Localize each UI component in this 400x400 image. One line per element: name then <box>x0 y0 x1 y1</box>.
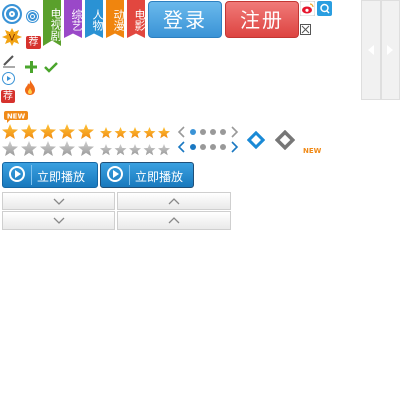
new-badge-bubble: NEW <box>4 108 28 123</box>
recommend-badge: 荐 <box>26 36 41 49</box>
concentric-rings-icon-large <box>2 4 22 24</box>
pager-prev-blue-icon <box>177 141 185 153</box>
carousel-pager[interactable] <box>176 126 242 156</box>
star-icon[interactable] <box>78 141 94 156</box>
star-icon[interactable] <box>2 124 18 139</box>
play-circle-icon[interactable] <box>2 72 15 85</box>
close-icon[interactable] <box>300 24 311 35</box>
star-icon[interactable] <box>40 141 56 156</box>
star-rating-small-filled <box>100 127 170 139</box>
play-now-button-hover[interactable]: 立即播放 <box>100 162 194 188</box>
diamond-gray-icon <box>274 129 296 151</box>
concentric-rings-icon-small <box>26 10 39 23</box>
star-rating-large-empty <box>2 141 94 156</box>
star-icon[interactable] <box>158 127 170 139</box>
pager-dot-active <box>190 129 196 135</box>
checkmark-icon[interactable] <box>44 58 58 73</box>
weibo-icon[interactable] <box>299 0 316 17</box>
pager-next-blue-icon <box>231 141 239 153</box>
vip-badge-icon: V <box>2 28 22 46</box>
scroll-left-button[interactable] <box>361 0 381 100</box>
star-icon[interactable] <box>40 124 56 139</box>
collapse-up-button-2[interactable] <box>117 211 231 230</box>
star-ratings <box>2 124 170 156</box>
tag-tv-series[interactable]: 电视剧 <box>43 0 61 46</box>
collapse-up-button[interactable] <box>117 192 231 210</box>
play-icon <box>107 166 123 182</box>
new-badge-small: NEW <box>303 139 322 155</box>
svg-text:NEW: NEW <box>303 147 321 154</box>
svg-text:V: V <box>9 34 16 44</box>
star-icon[interactable] <box>78 124 94 139</box>
edit-pencil-icon[interactable] <box>2 53 16 68</box>
login-button[interactable]: 登录 <box>148 1 222 38</box>
play-icon <box>9 166 25 182</box>
star-icon[interactable] <box>21 141 37 156</box>
scroll-right-button[interactable] <box>381 0 400 100</box>
play-now-button[interactable]: 立即播放 <box>2 162 98 188</box>
star-icon[interactable] <box>143 144 156 156</box>
star-icon[interactable] <box>129 127 141 139</box>
pager-next-gray-icon <box>231 126 239 138</box>
plus-icon[interactable] <box>25 58 37 73</box>
star-icon[interactable] <box>59 124 75 139</box>
pager-prev-gray-icon <box>177 126 185 138</box>
svg-text:NEW: NEW <box>7 113 26 121</box>
tag-variety[interactable]: 综艺 <box>64 0 82 38</box>
star-icon[interactable] <box>114 144 127 156</box>
diamond-blue-icon <box>246 130 266 150</box>
tag-movie[interactable]: 电影 <box>127 0 145 38</box>
recommend-badge-2: 荐 <box>1 90 15 103</box>
star-icon[interactable] <box>21 124 37 139</box>
star-rating-small-empty <box>100 144 170 156</box>
star-icon[interactable] <box>2 141 18 156</box>
star-icon[interactable] <box>143 127 156 139</box>
tag-people[interactable]: 人物 <box>85 0 103 38</box>
qzone-icon[interactable] <box>317 1 332 16</box>
fire-icon <box>24 80 36 95</box>
star-icon[interactable] <box>100 127 112 139</box>
star-icon[interactable] <box>100 144 112 156</box>
expand-down-button-2[interactable] <box>2 211 115 230</box>
star-icon[interactable] <box>59 141 75 156</box>
expand-down-button[interactable] <box>2 192 115 210</box>
tag-anime[interactable]: 动漫 <box>106 0 124 38</box>
star-icon[interactable] <box>158 144 170 156</box>
star-rating-large-filled <box>2 124 94 139</box>
star-icon[interactable] <box>129 144 141 156</box>
register-button[interactable]: 注册 <box>225 1 299 38</box>
star-icon[interactable] <box>114 127 127 139</box>
